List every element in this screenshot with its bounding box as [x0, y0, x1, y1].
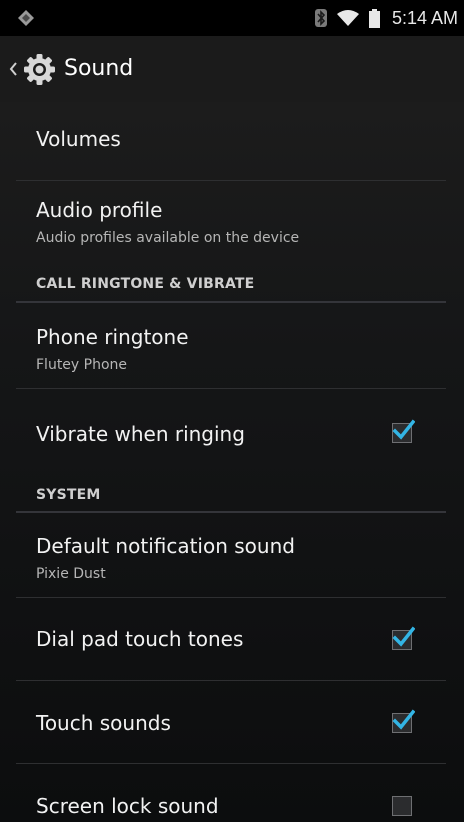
- item-summary: Pixie Dust: [36, 566, 106, 582]
- section-header-call-ringtone: CALL RINGTONE & VIBRATE: [16, 259, 446, 303]
- item-title: Default notification sound: [36, 534, 295, 558]
- status-icons: 5:14 AM: [314, 0, 458, 36]
- settings-list: Volumes Audio profile Audio profiles ava…: [0, 102, 464, 822]
- item-title: Vibrate when ringing: [36, 422, 245, 446]
- checkmark-icon: [392, 419, 415, 440]
- list-item-default-notification-sound[interactable]: Default notification sound Pixie Dust: [16, 513, 446, 598]
- list-item-audio-profile[interactable]: Audio profile Audio profiles available o…: [16, 181, 446, 259]
- bluetooth-icon: [314, 9, 327, 27]
- list-item-screen-lock-sound[interactable]: Screen lock sound: [16, 764, 446, 822]
- section-title: SYSTEM: [36, 487, 101, 503]
- dial-pad-touch-tones-checkbox[interactable]: [392, 626, 415, 650]
- touch-sounds-checkbox[interactable]: [392, 709, 415, 733]
- list-item-phone-ringtone[interactable]: Phone ringtone Flutey Phone: [16, 303, 446, 389]
- list-item-vibrate-when-ringing[interactable]: Vibrate when ringing: [16, 389, 446, 467]
- page-title: Sound: [64, 56, 134, 81]
- item-summary: Flutey Phone: [36, 357, 128, 373]
- app-notification-icon: [18, 10, 34, 26]
- item-title: Audio profile: [36, 198, 163, 222]
- status-bar: 5:14 AM: [0, 0, 464, 36]
- battery-icon: [368, 8, 380, 28]
- item-title: Volumes: [36, 127, 121, 151]
- vibrate-when-ringing-checkbox[interactable]: [392, 419, 415, 443]
- list-item-touch-sounds[interactable]: Touch sounds: [16, 681, 446, 764]
- clock: 5:14 AM: [391, 7, 458, 28]
- item-title: Screen lock sound: [36, 794, 219, 818]
- list-item-volumes[interactable]: Volumes: [16, 102, 446, 181]
- settings-gear-icon[interactable]: [23, 53, 56, 86]
- section-header-system: SYSTEM: [16, 468, 446, 513]
- item-title: Phone ringtone: [36, 325, 189, 349]
- item-title: Dial pad touch tones: [36, 627, 244, 651]
- wifi-icon: [336, 10, 359, 26]
- checkmark-icon: [392, 626, 415, 647]
- section-title: CALL RINGTONE & VIBRATE: [36, 276, 255, 292]
- item-title: Touch sounds: [36, 711, 171, 735]
- chevron-left-icon[interactable]: [8, 61, 18, 77]
- item-summary: Audio profiles available on the device: [36, 230, 300, 246]
- list-item-dial-pad-touch-tones[interactable]: Dial pad touch tones: [16, 598, 446, 681]
- action-bar: Sound: [0, 36, 464, 103]
- screen-lock-sound-checkbox[interactable]: [392, 796, 412, 816]
- checkmark-icon: [392, 709, 415, 730]
